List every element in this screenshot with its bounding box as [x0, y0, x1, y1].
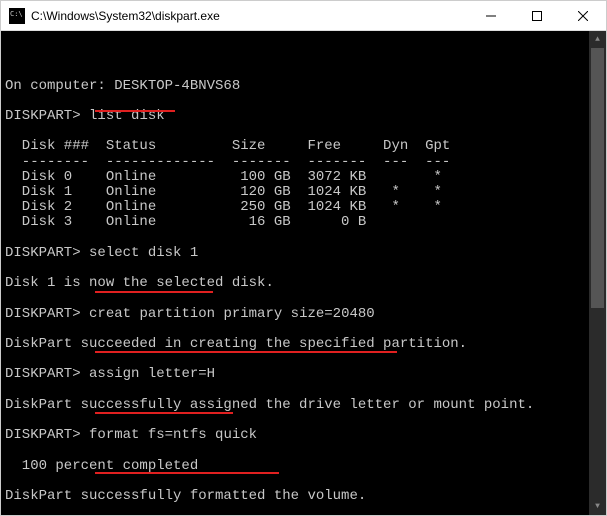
msg-assigned: DiskPart successfully assigned the drive…: [5, 397, 534, 413]
window-controls: [468, 1, 606, 30]
vertical-scrollbar[interactable]: ▲ ▼: [589, 31, 606, 515]
prompt: DISKPART>: [5, 366, 81, 382]
console-area[interactable]: On computer: DESKTOP-4BNVS68 DISKPART> l…: [1, 31, 606, 515]
annotation-underline: [95, 291, 213, 293]
console-content: On computer: DESKTOP-4BNVS68 DISKPART> l…: [5, 63, 602, 515]
maximize-button[interactable]: [514, 1, 560, 30]
close-button[interactable]: [560, 1, 606, 30]
msg-selected: Disk 1 is now the selected disk.: [5, 275, 274, 291]
annotation-underline: [95, 351, 397, 353]
prompt: DISKPART>: [5, 108, 81, 124]
prompt: DISKPART>: [5, 306, 81, 322]
disk-table-header: Disk ### Status Size Free Dyn Gpt: [5, 138, 450, 154]
scroll-track[interactable]: [589, 48, 606, 498]
window-title: C:\Windows\System32\diskpart.exe: [31, 9, 468, 23]
scroll-down-arrow[interactable]: ▼: [589, 498, 606, 515]
cmd-assign-letter: assign letter=H: [89, 366, 215, 382]
table-row: Disk 0 Online 100 GB 3072 KB *: [5, 169, 442, 185]
window-titlebar: C:\Windows\System32\diskpart.exe: [1, 1, 606, 31]
computer-line: On computer: DESKTOP-4BNVS68: [5, 78, 240, 94]
minimize-button[interactable]: [468, 1, 514, 30]
table-row: Disk 2 Online 250 GB 1024 KB * *: [5, 199, 442, 215]
table-row: Disk 3 Online 16 GB 0 B: [5, 214, 366, 230]
msg-formatted: DiskPart successfully formatted the volu…: [5, 488, 366, 504]
table-row: Disk 1 Online 120 GB 1024 KB * *: [5, 184, 442, 200]
msg-progress: 100 percent completed: [5, 458, 198, 474]
prompt: DISKPART>: [5, 427, 81, 443]
prompt: DISKPART>: [5, 245, 81, 261]
cmd-select-disk: select disk 1: [89, 245, 198, 261]
cmd-format: format fs=ntfs quick: [89, 427, 257, 443]
annotation-underline: [95, 412, 233, 414]
scroll-up-arrow[interactable]: ▲: [589, 31, 606, 48]
scroll-thumb[interactable]: [591, 48, 604, 308]
app-icon: [9, 8, 25, 24]
disk-table-divider: -------- ------------- ------- ------- -…: [5, 154, 450, 170]
annotation-underline: [95, 472, 279, 474]
annotation-underline: [95, 110, 175, 112]
cmd-create-partition: creat partition primary size=20480: [89, 306, 375, 322]
msg-created: DiskPart succeeded in creating the speci…: [5, 336, 467, 352]
